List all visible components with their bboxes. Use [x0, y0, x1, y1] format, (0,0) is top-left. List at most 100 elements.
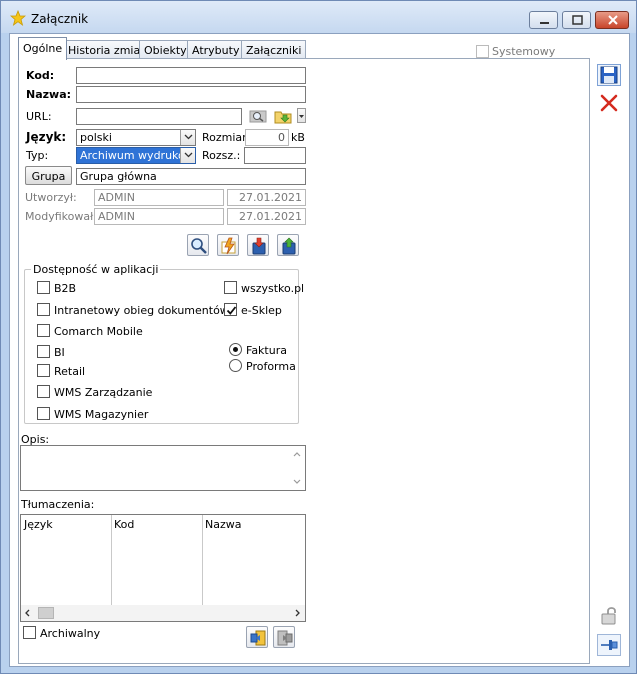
checkmark-icon: [226, 306, 237, 315]
magnifier-icon: [191, 238, 207, 254]
retail-label: Retail: [54, 365, 86, 378]
availability-group: Dostępność w aplikacji B2B Intranetowy o…: [24, 263, 304, 424]
modyfikowal-label: Modyfikował:: [25, 210, 97, 223]
maximize-button[interactable]: [562, 11, 591, 29]
nazwa-input[interactable]: [76, 86, 306, 103]
kod-input[interactable]: [76, 67, 306, 84]
translations-grid[interactable]: Język Kod Nazwa: [20, 514, 306, 622]
proforma-radio[interactable]: [229, 359, 242, 372]
preview-button[interactable]: [187, 234, 209, 256]
grid-header-nazwa[interactable]: Nazwa: [205, 518, 241, 531]
scroll-arrows-icon: [25, 609, 300, 617]
arrow-into-box-icon: [250, 630, 266, 646]
wszystko-checkbox[interactable]: [224, 281, 237, 294]
faktura-label: Faktura: [246, 344, 287, 357]
intranet-label: Intranetowy obieg dokumentów: [54, 304, 229, 317]
grid-column-jezyk: Język: [21, 515, 112, 606]
chevron-down-icon: [180, 130, 195, 145]
close-button[interactable]: [595, 11, 629, 29]
title-bar[interactable]: Załącznik: [1, 1, 636, 33]
tab-atrybuty[interactable]: Atrybuty: [187, 40, 245, 59]
pin-icon: [597, 634, 621, 656]
minimize-button[interactable]: [529, 11, 558, 29]
grid-horizontal-scrollbar[interactable]: [21, 605, 305, 621]
export-button[interactable]: [277, 234, 299, 256]
archiwalny-label: Archiwalny: [40, 627, 101, 640]
save-button[interactable]: [597, 64, 621, 86]
typ-label: Typ:: [26, 149, 49, 162]
folder-icon: [274, 111, 292, 124]
lock-button[interactable]: [597, 605, 621, 627]
url-browse-button[interactable]: [247, 107, 269, 126]
esklep-checkbox[interactable]: [224, 303, 237, 316]
typ-value: Archiwum wydruków: [80, 149, 194, 162]
refresh-button[interactable]: [217, 234, 239, 256]
attach-out-button[interactable]: [273, 626, 295, 648]
jezyk-label: Język:: [26, 130, 67, 144]
bi-checkbox[interactable]: [37, 345, 50, 358]
cancel-button[interactable]: [597, 92, 621, 114]
tab-panel-ogolne: Kod: Nazwa: URL: Język: polski Rozmiar: …: [18, 58, 590, 664]
comarch-mobile-label: Comarch Mobile: [54, 325, 143, 338]
nazwa-label: Nazwa:: [26, 88, 72, 101]
magnifier-icon: [249, 110, 267, 123]
import-button[interactable]: [247, 234, 269, 256]
opis-scrollbar[interactable]: [289, 446, 305, 490]
tab-obiekty[interactable]: Obiekty: [139, 40, 192, 59]
jezyk-value: polski: [80, 131, 112, 144]
rozmiar-label: Rozmiar:: [202, 131, 251, 144]
url-label: URL:: [26, 110, 52, 123]
faktura-radio[interactable]: [229, 343, 242, 356]
proforma-label: Proforma: [246, 360, 296, 373]
rozmiar-value: 0: [245, 129, 289, 146]
grupa-input[interactable]: Grupa główna: [76, 168, 306, 185]
kod-label: Kod:: [26, 69, 55, 82]
intranet-checkbox[interactable]: [37, 303, 50, 316]
rozsz-input[interactable]: [244, 147, 306, 164]
modyfikowal-user: ADMIN: [94, 208, 224, 225]
archiwalny-checkbox[interactable]: [23, 626, 36, 639]
grid-column-kod: Kod: [112, 515, 203, 606]
arrow-out-box-icon: [277, 630, 293, 646]
systemowy-checkbox: [476, 45, 489, 58]
rozmiar-unit: kB: [291, 131, 305, 144]
wszystko-label: wszystko.pl: [241, 282, 305, 295]
window-client: Ogólne Historia zmian Obiekty Atrybuty Z…: [9, 33, 630, 667]
grupa-button[interactable]: Grupa: [25, 166, 72, 185]
grid-header-jezyk[interactable]: Język: [24, 518, 53, 531]
lightning-icon: [221, 237, 236, 255]
floppy-disk-icon: [597, 64, 621, 86]
url-dropdown-button[interactable]: [297, 108, 306, 123]
tab-ogolne[interactable]: Ogólne: [18, 37, 68, 60]
modyfikowal-date: 27.01.2021: [227, 208, 306, 225]
wms-magazynier-checkbox[interactable]: [37, 407, 50, 420]
scroll-thumb[interactable]: [38, 607, 54, 619]
typ-select[interactable]: Archiwum wydruków: [76, 147, 196, 164]
window-title: Załącznik: [31, 12, 89, 26]
scroll-arrows-icon: [293, 452, 301, 484]
utworzyl-label: Utworzył:: [25, 191, 77, 204]
opis-textarea[interactable]: [20, 445, 306, 491]
chevron-down-icon: [299, 115, 304, 118]
b2b-checkbox[interactable]: [37, 281, 50, 294]
attach-in-button[interactable]: [246, 626, 268, 648]
close-x-icon: [600, 94, 618, 112]
tab-zalaczniki[interactable]: Załączniki: [241, 40, 307, 59]
grid-header-kod[interactable]: Kod: [114, 518, 134, 531]
export-icon: [282, 237, 296, 255]
comarch-mobile-checkbox[interactable]: [37, 324, 50, 337]
bi-label: BI: [54, 346, 65, 359]
utworzyl-date: 27.01.2021: [227, 189, 306, 206]
grid-column-nazwa: Nazwa: [203, 515, 305, 606]
url-open-folder-button[interactable]: [272, 107, 294, 126]
b2b-label: B2B: [54, 282, 77, 295]
wms-zarzadzanie-checkbox[interactable]: [37, 385, 50, 398]
jezyk-select[interactable]: polski: [76, 129, 196, 146]
wms-magazynier-label: WMS Magazynier: [54, 408, 149, 421]
attachment-window: Załącznik Ogólne Historia zmian Obiekty …: [0, 0, 637, 674]
url-input[interactable]: [76, 108, 242, 125]
padlock-icon: [601, 607, 616, 625]
import-icon: [252, 237, 266, 255]
retail-checkbox[interactable]: [37, 364, 50, 377]
pin-button[interactable]: [597, 634, 621, 656]
